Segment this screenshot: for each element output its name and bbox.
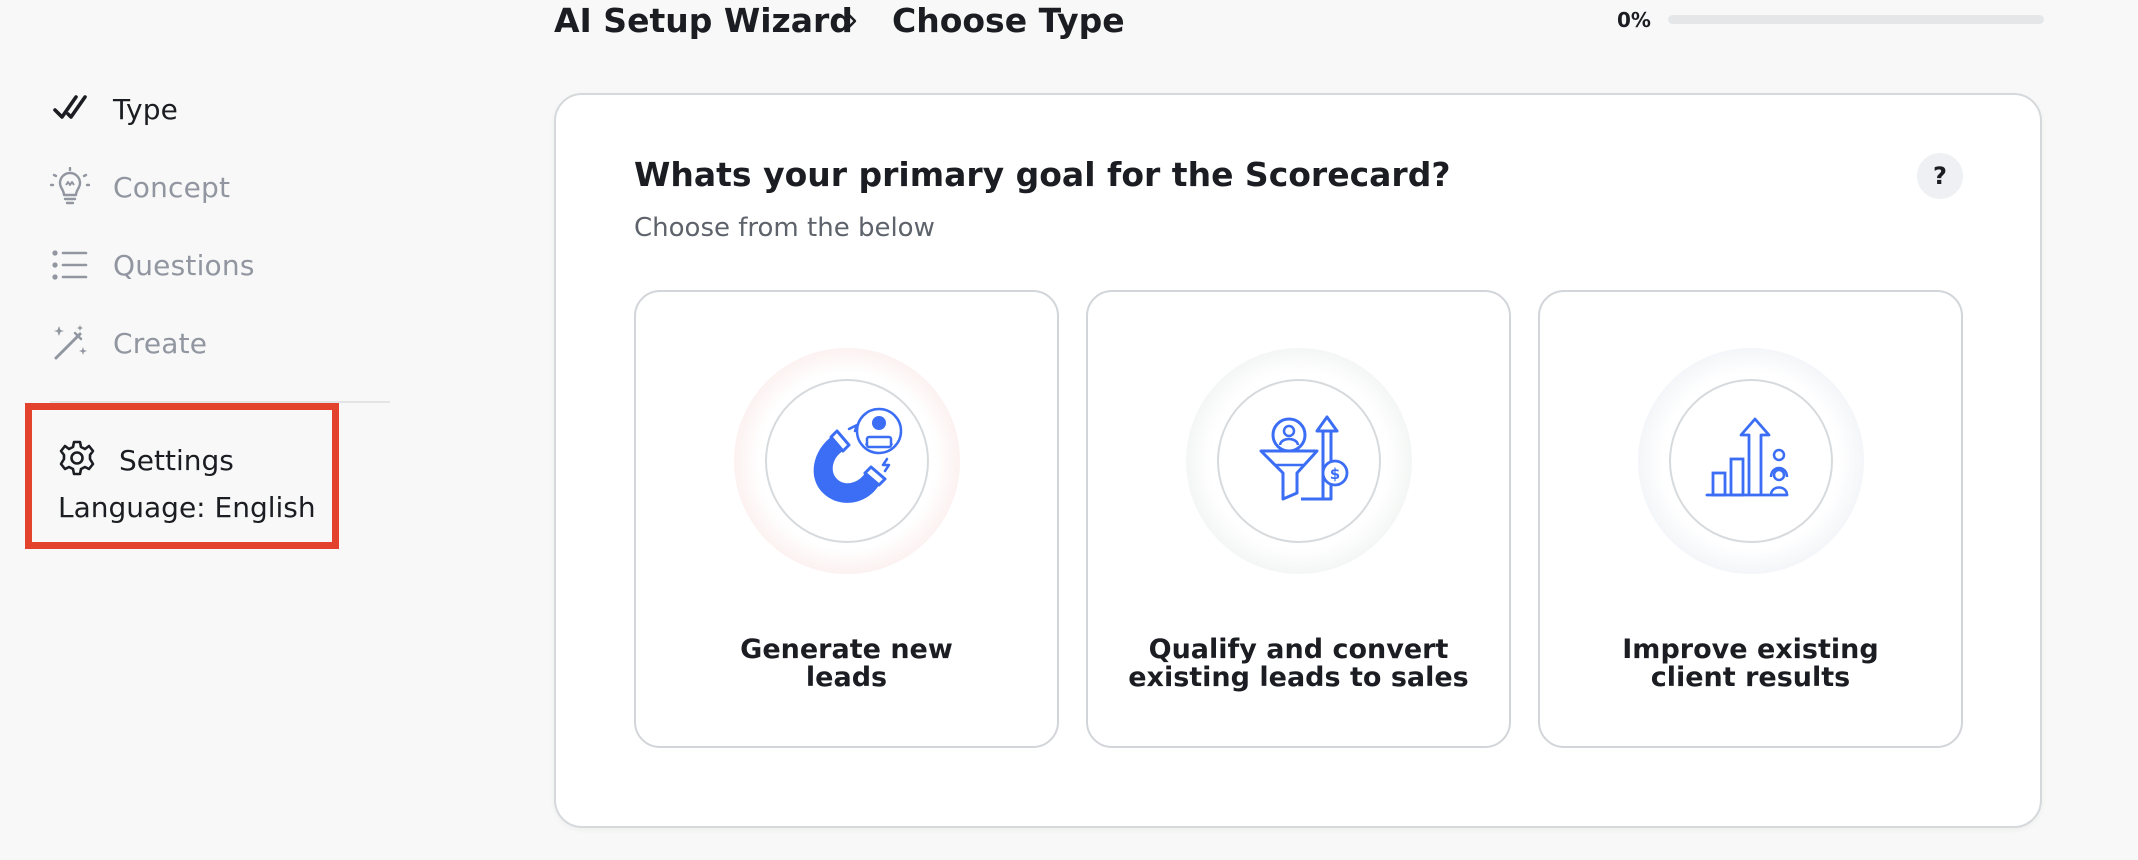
settings-panel-highlight: Settings Language: English (25, 403, 339, 549)
breadcrumb-current-step: Choose Type (892, 1, 1125, 40)
breadcrumb-wizard[interactable]: AI Setup Wizard (554, 0, 853, 42)
sidebar-item-label: Concept (113, 170, 231, 204)
chevron-right-icon (840, 6, 864, 36)
option-label-line-2: client results (1650, 662, 1851, 693)
language-selector[interactable]: Language: English (58, 491, 316, 524)
option-label-line-2: existing leads to sales (1128, 662, 1469, 693)
goal-selection-card: Whats your primary goal for the Scorecar… (554, 93, 2042, 828)
option-improve-results[interactable]: Improve existing client results (1538, 290, 1963, 748)
sidebar-item-label: Type (113, 92, 179, 126)
option-generate-leads[interactable]: Generate new leads (634, 290, 1059, 748)
magnet-lead-icon (765, 379, 929, 543)
sidebar-item-label: Create (113, 326, 208, 360)
magic-wand-icon (50, 323, 90, 363)
option-label: Improve existing client results (1560, 636, 1941, 692)
progress-percent: 0% (1617, 8, 1651, 32)
option-label: Generate new leads (656, 636, 1037, 692)
help-button[interactable]: ? (1917, 153, 1963, 199)
option-label: Qualify and convert existing leads to sa… (1108, 636, 1489, 692)
option-qualify-convert[interactable]: $ Qualify and convert existing leads to … (1086, 290, 1511, 748)
option-label-line-1: Qualify and convert (1148, 634, 1449, 665)
sidebar-item-label: Questions (113, 248, 255, 282)
funnel-conversion-icon: $ (1217, 379, 1381, 543)
settings-label[interactable]: Settings (119, 444, 234, 477)
progress-bar (1668, 15, 2044, 24)
page-title: Whats your primary goal for the Scorecar… (634, 155, 1451, 194)
list-icon (50, 245, 90, 285)
gear-icon (58, 439, 96, 477)
option-label-line-1: Generate new (740, 634, 953, 665)
svg-text:$: $ (1330, 465, 1340, 483)
growth-chart-icon (1669, 379, 1833, 543)
lightbulb-icon (50, 167, 90, 207)
option-label-line-2: leads (805, 662, 888, 693)
double-check-icon (50, 89, 90, 129)
page-subtitle: Choose from the below (634, 213, 935, 243)
settings-button[interactable] (58, 438, 96, 478)
option-label-line-1: Improve existing (1622, 634, 1879, 665)
